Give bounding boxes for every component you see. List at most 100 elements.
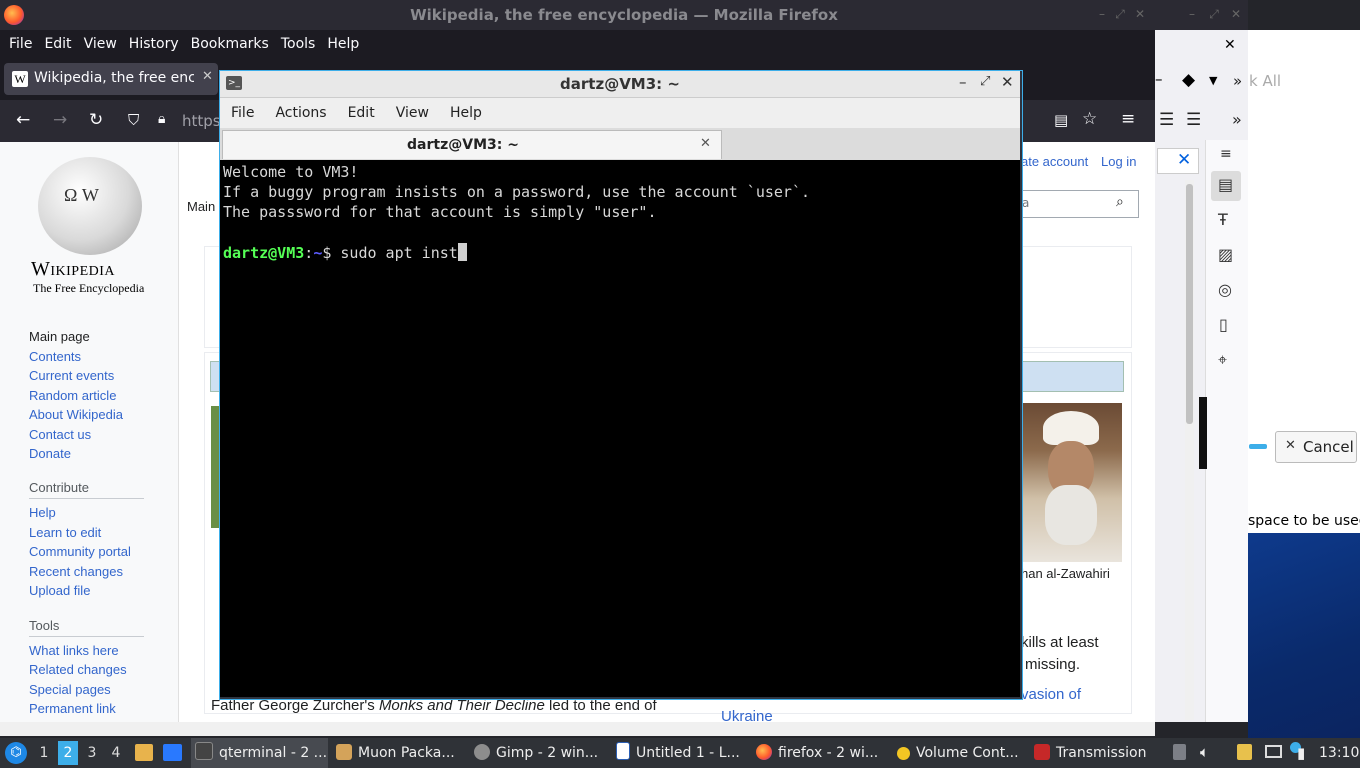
terminal-titlebar[interactable]: >_ dartz@VM3: ~ – ⤢ ✕ — [220, 71, 1020, 98]
forward-icon[interactable]: → — [53, 110, 67, 130]
workspace-1[interactable]: 1 — [34, 741, 54, 765]
scrollbar[interactable] — [1185, 180, 1194, 720]
speaker-icon[interactable]: 🔈︎ — [1200, 743, 1209, 761]
styles-icon[interactable]: Ŧ — [1218, 210, 1228, 229]
search-input[interactable]: a ⌕ — [1021, 190, 1139, 218]
close-tab-icon[interactable]: ✕ — [700, 136, 711, 151]
terminal-menu-file[interactable]: File — [231, 98, 254, 128]
log-in-link[interactable]: Log in — [1101, 154, 1136, 169]
sidebar-contact-us[interactable]: Contact us — [29, 427, 91, 442]
workspace-2[interactable]: 2 — [58, 741, 78, 765]
taskbar-item-qterminal[interactable]: qterminal - 2 ... — [191, 738, 328, 768]
taskbar-item-volume-control[interactable]: Volume Cont... — [897, 738, 1019, 768]
sidebar-random-article[interactable]: Random article — [29, 388, 116, 403]
sidebar-upload-file[interactable]: Upload file — [29, 583, 90, 598]
menu-icon[interactable]: ≡ — [1220, 146, 1232, 162]
battery-icon[interactable]: ▮ — [1297, 744, 1305, 762]
terminal-output[interactable]: Welcome to VM3! If a buggy program insis… — [220, 160, 1020, 697]
clock[interactable]: 13:10 — [1319, 745, 1359, 761]
sidebar-contents[interactable]: Contents — [29, 349, 81, 364]
app-menu-icon[interactable]: ≡ — [1121, 109, 1135, 129]
minimize-icon[interactable]: – — [959, 73, 967, 91]
terminal-menu-edit[interactable]: Edit — [348, 98, 375, 128]
close-icon[interactable]: ✕ — [1229, 7, 1243, 21]
sidebar-recent-changes[interactable]: Recent changes — [29, 564, 123, 579]
command-input[interactable]: sudo apt inst — [340, 244, 457, 262]
sidebar-main-page[interactable]: Main page — [29, 329, 90, 344]
reader-view-icon[interactable]: ▤ — [1054, 111, 1068, 129]
sidebar-help[interactable]: Help — [29, 505, 56, 520]
menu-help[interactable]: Help — [327, 30, 359, 58]
page-icon[interactable]: ▯ — [1219, 315, 1228, 334]
properties-tool[interactable]: ▤ — [1211, 171, 1241, 201]
sidebar-special-pages[interactable]: Special pages — [29, 682, 111, 697]
file-manager-icon[interactable] — [135, 744, 153, 761]
menu-file[interactable]: File — [9, 30, 32, 58]
align-right-icon[interactable]: ☰ — [1186, 110, 1201, 130]
shield-icon[interactable]: ⛉ — [128, 111, 139, 129]
removable-media-icon[interactable] — [1237, 744, 1252, 760]
taskbar-item-transmission[interactable]: Transmission — [1034, 738, 1146, 768]
taskbar-item-muon[interactable]: Muon Packa... — [336, 738, 455, 768]
sidebar-what-links-here[interactable]: What links here — [29, 643, 119, 658]
start-menu-icon[interactable]: ⌬ — [5, 742, 27, 764]
close-icon[interactable]: ✕ — [1224, 37, 1236, 53]
news-link[interactable]: vasion of — [1021, 686, 1081, 703]
chevron-right-icon[interactable]: » — [1233, 72, 1242, 90]
taskbar-item-firefox[interactable]: firefox - 2 wi... — [756, 738, 878, 768]
taskbar-item-libreoffice[interactable]: Untitled 1 - L... — [616, 738, 740, 768]
sidebar-permanent-link[interactable]: Permanent link — [29, 701, 116, 716]
close-tab-icon[interactable]: ✕ — [202, 69, 213, 84]
inspector-icon[interactable]: ⌖ — [1218, 350, 1227, 370]
create-account-link[interactable]: ate account — [1021, 154, 1088, 169]
menu-bookmarks[interactable]: Bookmarks — [191, 30, 269, 58]
navigator-icon[interactable]: ◎ — [1218, 280, 1232, 299]
taskbar-item-gimp[interactable]: Gimp - 2 win... — [474, 738, 598, 768]
gallery-icon[interactable]: ▨ — [1218, 245, 1233, 264]
search-icon[interactable]: ⌕ — [1116, 194, 1124, 210]
cancel-button[interactable]: ✕ Cancel — [1275, 431, 1357, 463]
show-desktop-icon[interactable] — [163, 744, 182, 761]
sidebar-current-events[interactable]: Current events — [29, 368, 114, 383]
close-icon[interactable]: ✕ — [1133, 7, 1147, 21]
chevron-down-icon[interactable]: ▼ — [1209, 74, 1217, 87]
terminal-menu-help[interactable]: Help — [450, 98, 482, 128]
wikipedia-globe-logo[interactable]: Ω W — [38, 157, 142, 255]
minimize-icon[interactable]: – — [1095, 7, 1109, 21]
terminal-menu-actions[interactable]: Actions — [275, 98, 326, 128]
sidebar-related-changes[interactable]: Related changes — [29, 662, 127, 677]
menu-view[interactable]: View — [84, 30, 117, 58]
browser-tab[interactable]: W Wikipedia, the free encyclopedia ✕ — [4, 63, 218, 95]
diamond-icon[interactable]: ◆ — [1182, 70, 1195, 90]
network-icon[interactable] — [1265, 745, 1282, 758]
wikipedia-wordmark[interactable]: Wikipedia — [31, 258, 115, 281]
minimize-icon[interactable]: – — [1185, 7, 1199, 21]
sidebar-donate[interactable]: Donate — [29, 446, 71, 461]
chevron-right-icon[interactable]: » — [1232, 110, 1242, 129]
workspace-3[interactable]: 3 — [82, 741, 102, 765]
workspace-4[interactable]: 4 — [106, 741, 126, 765]
terminal-menu-view[interactable]: View — [396, 98, 429, 128]
menu-history[interactable]: History — [129, 30, 179, 58]
close-icon[interactable]: ✕ — [1001, 73, 1014, 91]
news-photo[interactable] — [1021, 403, 1122, 562]
sidebar-about-wikipedia[interactable]: About Wikipedia — [29, 407, 123, 422]
menu-edit[interactable]: Edit — [44, 30, 71, 58]
maximize-icon[interactable]: ⤢ — [1207, 7, 1221, 21]
scrollbar-thumb[interactable] — [1186, 184, 1193, 424]
reload-icon[interactable]: ↻ — [89, 110, 103, 130]
maximize-icon[interactable]: ⤢ — [1113, 7, 1127, 21]
maximize-icon[interactable]: ⤢ — [980, 74, 990, 89]
back-icon[interactable]: ← — [16, 110, 30, 130]
tab-main-page[interactable]: Main — [187, 199, 215, 214]
panel-handle[interactable] — [1199, 397, 1207, 469]
align-icon[interactable]: ☰ — [1159, 110, 1174, 130]
sidebar-community-portal[interactable]: Community portal — [29, 544, 131, 559]
url-text[interactable]: https — [182, 112, 221, 130]
menu-tools[interactable]: Tools — [281, 30, 316, 58]
bookmark-star-icon[interactable]: ☆ — [1082, 109, 1097, 129]
close-icon[interactable]: ✕ — [1177, 150, 1191, 170]
terminal-tab[interactable]: dartz@VM3: ~ ✕ — [222, 130, 722, 159]
clipboard-icon[interactable] — [1173, 744, 1186, 760]
sidebar-learn-to-edit[interactable]: Learn to edit — [29, 525, 101, 540]
